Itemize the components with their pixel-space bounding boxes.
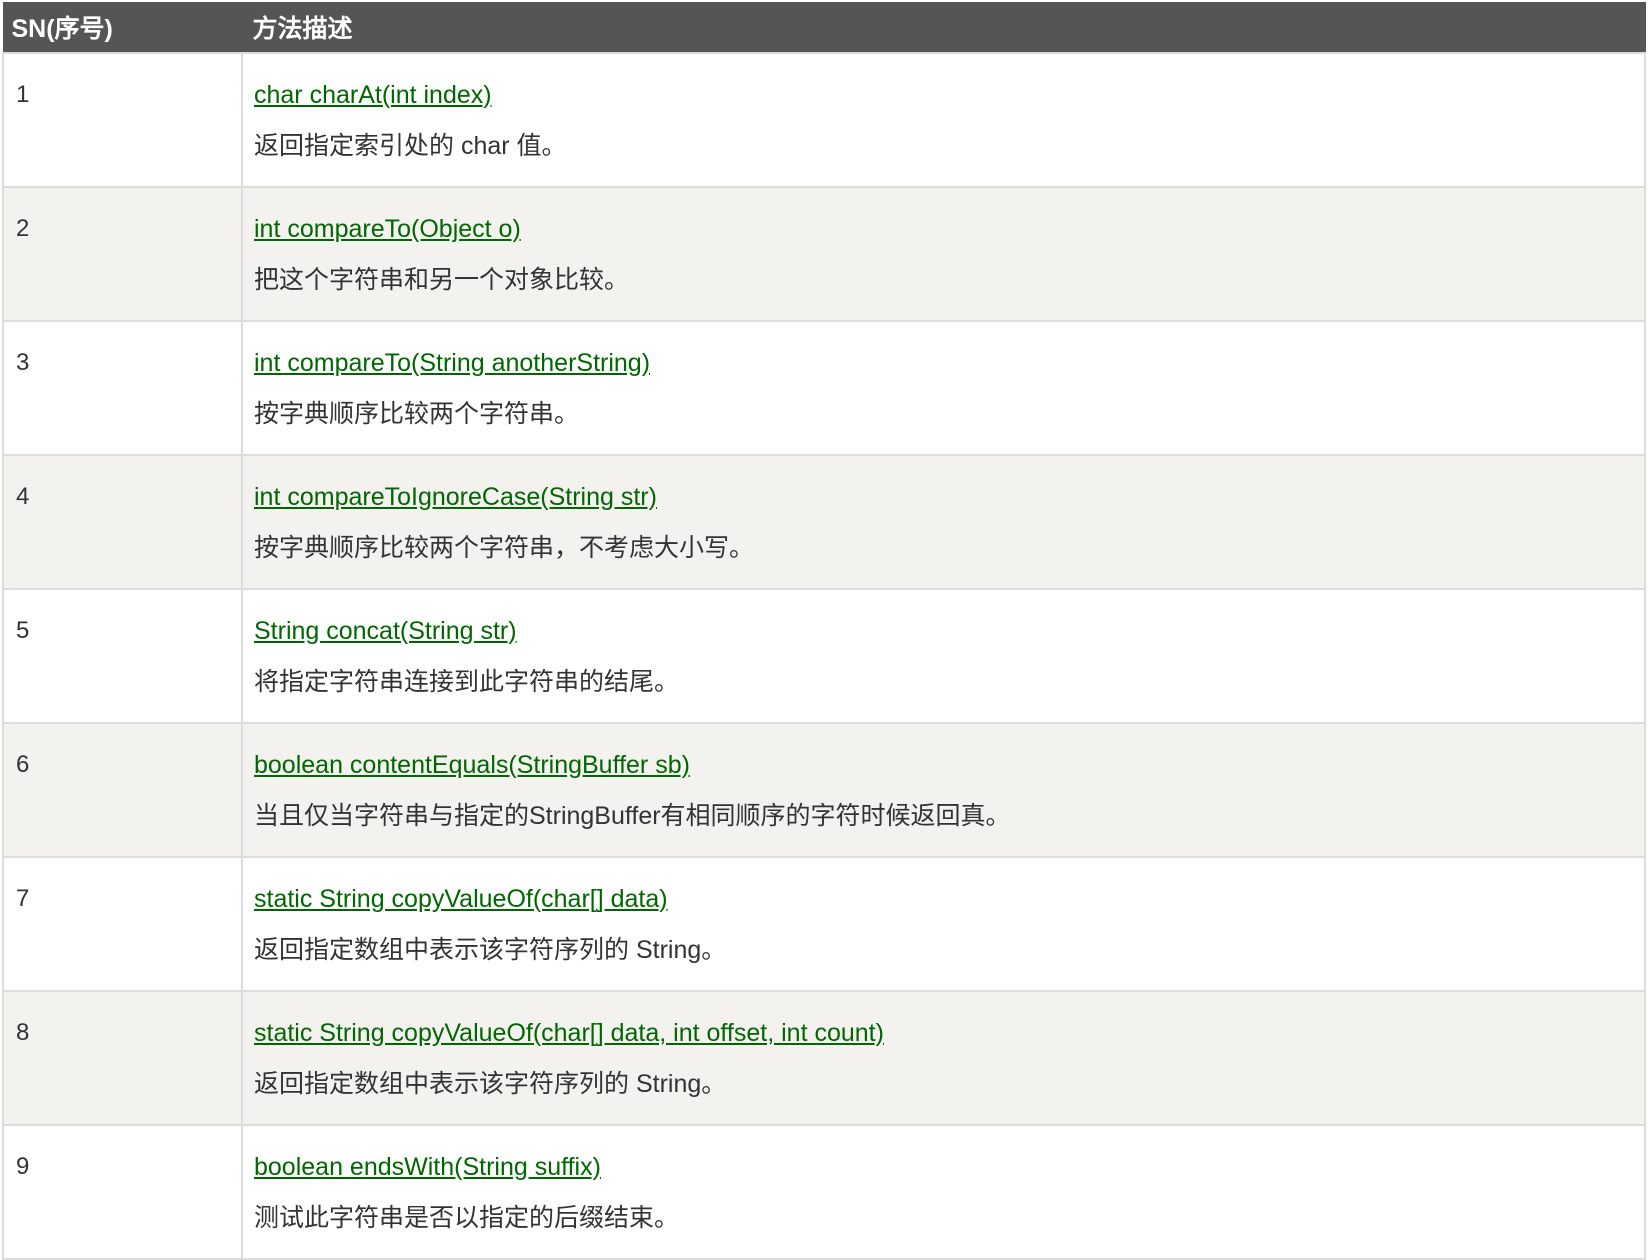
table-row: 7 static String copyValueOf(char[] data)… — [2, 855, 1646, 992]
method-link[interactable]: int compareTo(Object o) — [254, 214, 521, 244]
table-row: 9 boolean endsWith(String suffix) 测试此字符串… — [2, 1123, 1646, 1260]
table-row: 6 boolean contentEquals(StringBuffer sb)… — [2, 721, 1646, 858]
method-description: 返回指定数组中表示该字符序列的 String。 — [254, 1069, 727, 1098]
method-description: 返回指定索引处的 char 值。 — [254, 131, 567, 160]
table-body: 1 char charAt(int index) 返回指定索引处的 char 值… — [2, 51, 1646, 1260]
method-cell: boolean endsWith(String suffix) 测试此字符串是否… — [241, 1123, 1646, 1260]
method-cell: char charAt(int index) 返回指定索引处的 char 值。 — [241, 51, 1646, 188]
method-cell: int compareTo(String anotherString) 按字典顺… — [241, 319, 1646, 456]
method-cell: static String copyValueOf(char[] data, i… — [241, 989, 1646, 1126]
method-cell: boolean contentEquals(StringBuffer sb) 当… — [241, 721, 1646, 858]
method-link[interactable]: boolean endsWith(String suffix) — [254, 1152, 601, 1182]
method-link[interactable]: int compareTo(String anotherString) — [254, 348, 650, 378]
method-description: 当且仅当字符串与指定的StringBuffer有相同顺序的字符时候返回真。 — [254, 801, 1011, 830]
sn-cell: 3 — [2, 319, 243, 456]
sn-cell: 1 — [2, 51, 243, 188]
method-cell: int compareTo(Object o) 把这个字符串和另一个对象比较。 — [241, 185, 1646, 322]
string-methods-table: SN(序号) 方法描述 1 char charAt(int index) 返回指… — [2, 2, 1646, 1260]
table-row: 8 static String copyValueOf(char[] data,… — [2, 989, 1646, 1126]
method-description: 测试此字符串是否以指定的后缀结束。 — [254, 1203, 680, 1232]
method-link[interactable]: static String copyValueOf(char[] data) — [254, 884, 668, 914]
table-header: SN(序号) 方法描述 — [2, 2, 1646, 53]
method-link[interactable]: int compareToIgnoreCase(String str) — [254, 482, 657, 512]
sn-column-header: SN(序号) — [2, 2, 243, 53]
table-row: 4 int compareToIgnoreCase(String str) 按字… — [2, 453, 1646, 590]
method-cell: String concat(String str) 将指定字符串连接到此字符串的… — [241, 587, 1646, 724]
table-row: 2 int compareTo(Object o) 把这个字符串和另一个对象比较… — [2, 185, 1646, 322]
method-description: 把这个字符串和另一个对象比较。 — [254, 265, 630, 294]
method-description: 按字典顺序比较两个字符串。 — [254, 399, 580, 428]
table-row: 3 int compareTo(String anotherString) 按字… — [2, 319, 1646, 456]
sn-cell: 5 — [2, 587, 243, 724]
method-link[interactable]: boolean contentEquals(StringBuffer sb) — [254, 750, 690, 780]
table-row: 5 String concat(String str) 将指定字符串连接到此字符… — [2, 587, 1646, 724]
method-description: 返回指定数组中表示该字符序列的 String。 — [254, 935, 727, 964]
method-cell: static String copyValueOf(char[] data) 返… — [241, 855, 1646, 992]
table-row: 1 char charAt(int index) 返回指定索引处的 char 值… — [2, 51, 1646, 188]
method-description: 将指定字符串连接到此字符串的结尾。 — [254, 667, 680, 696]
sn-cell: 9 — [2, 1123, 243, 1260]
method-link[interactable]: char charAt(int index) — [254, 80, 492, 110]
header-row: SN(序号) 方法描述 — [2, 2, 1646, 53]
method-link[interactable]: String concat(String str) — [254, 616, 517, 646]
sn-cell: 8 — [2, 989, 243, 1126]
method-description: 按字典顺序比较两个字符串，不考虑大小写。 — [254, 533, 755, 562]
method-cell: int compareToIgnoreCase(String str) 按字典顺… — [241, 453, 1646, 590]
sn-cell: 6 — [2, 721, 243, 858]
sn-cell: 7 — [2, 855, 243, 992]
sn-cell: 4 — [2, 453, 243, 590]
method-link[interactable]: static String copyValueOf(char[] data, i… — [254, 1018, 884, 1048]
method-column-header: 方法描述 — [241, 2, 1646, 53]
sn-cell: 2 — [2, 185, 243, 322]
